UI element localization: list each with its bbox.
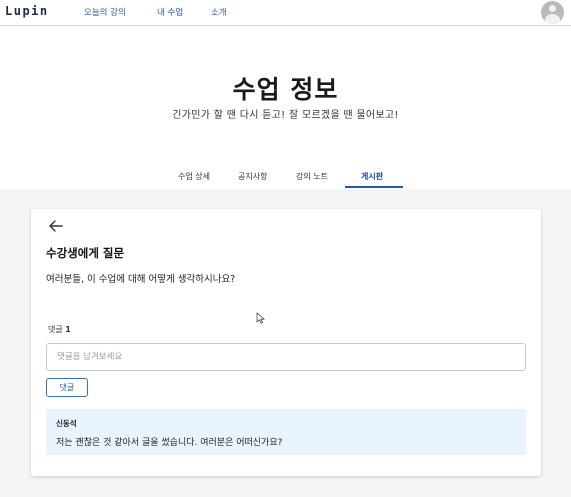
nav-link-today-lecture[interactable]: 오늘의 강의 xyxy=(84,6,126,18)
page-title: 수업 정보 xyxy=(232,75,339,104)
top-navbar: Lupin 오늘의 강의 내 수업 소개 xyxy=(0,0,571,26)
comment-count-label: 댓글 xyxy=(48,325,63,334)
page-subtitle: 긴가민가 할 땐 다시 듣고! 잘 모르겠을 땐 물어보고! xyxy=(172,110,399,121)
nav-link-my-classes[interactable]: 내 수업 xyxy=(157,6,183,18)
tab-notices[interactable]: 공지사항 xyxy=(238,171,267,182)
class-tabs: 수업 상세 공지사항 강의 노트 게시판 xyxy=(0,166,571,188)
comment-input[interactable] xyxy=(46,343,526,371)
tab-class-detail[interactable]: 수업 상세 xyxy=(178,171,210,182)
submit-comment-button[interactable]: 댓글 xyxy=(46,378,88,397)
nav-link-about[interactable]: 소개 xyxy=(211,6,227,18)
comment-count-number: 1 xyxy=(65,325,71,334)
post-title: 수강생에게 질문 xyxy=(46,246,125,260)
tab-lecture-notes[interactable]: 강의 노트 xyxy=(296,171,328,182)
post-body: 여러분들, 이 수업에 대해 어떻게 생각하시나요? xyxy=(46,274,236,285)
mouse-cursor-icon xyxy=(256,312,265,324)
comment-count: 댓글 1 xyxy=(48,324,71,335)
comment-author: 신동석 xyxy=(56,419,77,428)
tab-board[interactable]: 게시판 xyxy=(361,171,383,182)
comment-text: 저는 괜찮은 것 같아서 글을 썼습니다. 여러분은 어떠신가요? xyxy=(56,438,283,448)
post-card: 수강생에게 질문 여러분들, 이 수업에 대해 어떻게 생각하시나요? 댓글 1… xyxy=(31,209,541,476)
comment-item: 신동석 저는 괜찮은 것 같아서 글을 썼습니다. 여러분은 어떠신가요? xyxy=(46,409,526,455)
back-arrow-icon[interactable] xyxy=(46,217,66,235)
active-tab-indicator xyxy=(345,186,403,188)
user-avatar-icon[interactable] xyxy=(541,1,564,24)
app-logo[interactable]: Lupin xyxy=(5,4,49,18)
